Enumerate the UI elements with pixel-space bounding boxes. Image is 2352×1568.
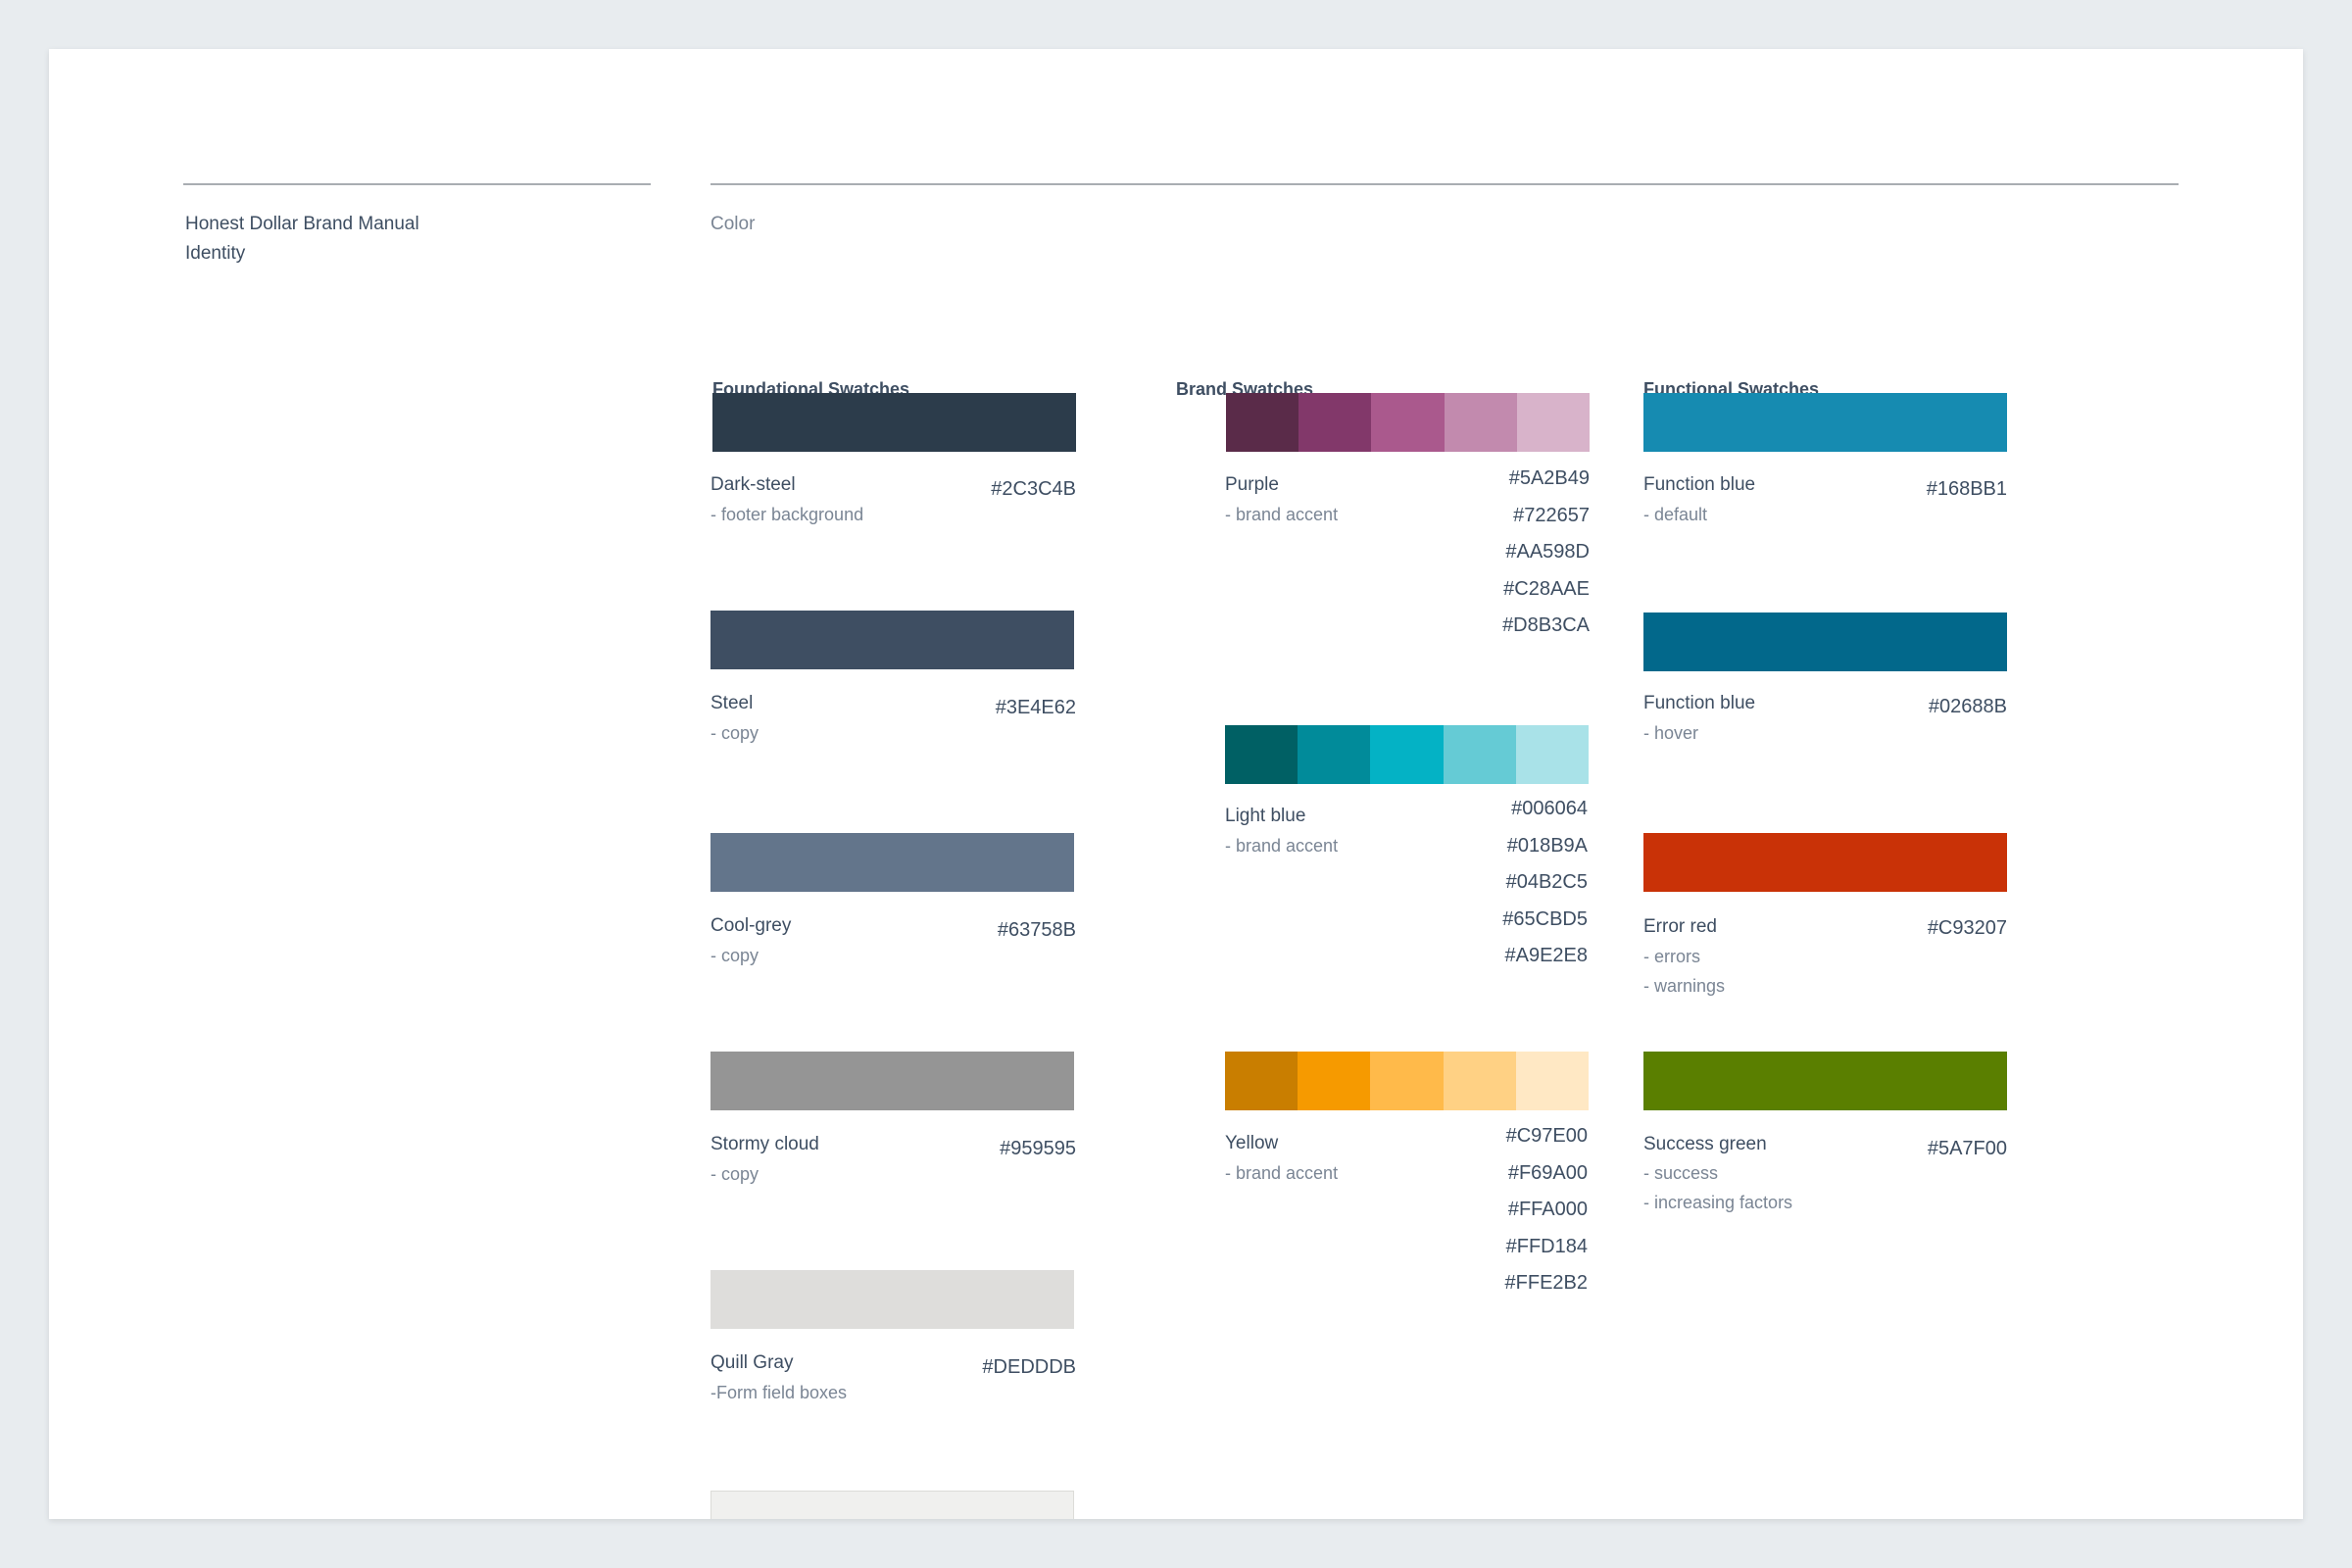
strip-segment-3 <box>1370 1052 1444 1110</box>
swatch-desc: - default <box>1643 500 1707 529</box>
list-item: #04B2C5 <box>1505 871 1588 893</box>
strip-segment-2 <box>1298 1052 1371 1110</box>
swatch-hex: #02688B <box>1928 696 2007 717</box>
swatch-quill-gray <box>710 1270 1074 1329</box>
swatch-stormy-cloud <box>710 1052 1074 1110</box>
list-item: #F69A00 <box>1507 1161 1588 1184</box>
brand-manual-page: Honest Dollar Brand Manual Identity Colo… <box>49 49 2303 1519</box>
swatch-steel <box>710 611 1074 669</box>
swatch-hex: #63758B <box>997 919 1076 941</box>
list-item: - success <box>1643 1163 1719 1183</box>
swatch-desc: - copy <box>710 1164 760 1184</box>
left-divider <box>183 183 651 185</box>
list-item: - hover <box>1643 723 1699 743</box>
list-item: #D8B3CA <box>1502 614 1590 636</box>
strip-segment-1 <box>1225 725 1298 784</box>
swatch-desc: - brand accent <box>1225 1163 1339 1183</box>
swatch-desc: - brand accent <box>1225 505 1339 524</box>
swatch-function-blue-default <box>1643 393 2007 452</box>
swatch-name: Stormy cloud <box>710 1134 819 1154</box>
swatch-name: Steel <box>710 693 754 713</box>
swatch-name: Success green <box>1643 1134 1767 1154</box>
swatch-name: Function blue <box>1643 693 1756 713</box>
swatch-name: Error red <box>1643 916 1717 937</box>
strip-segment-1 <box>1226 393 1299 452</box>
strip-segment-3 <box>1371 393 1445 452</box>
list-item: #722657 <box>1513 504 1590 526</box>
swatch-name: Yellow <box>1225 1133 1279 1153</box>
list-item: #65CBD5 <box>1502 907 1588 930</box>
swatch-hex: #C93207 <box>1927 917 2007 939</box>
swatch-name: Quill Gray <box>710 1352 794 1373</box>
swatch-desc: -Form field boxes <box>710 1383 848 1402</box>
list-item: #FFD184 <box>1505 1235 1588 1257</box>
strip-segment-2 <box>1298 725 1371 784</box>
swatch-desc: - hover <box>1643 718 1698 748</box>
manual-title: Honest Dollar Brand Manual <box>185 214 419 234</box>
swatch-hex: #DEDDDB <box>982 1356 1076 1378</box>
strip-segment-1 <box>1225 1052 1298 1110</box>
strip-segment-5 <box>1515 1052 1590 1110</box>
swatch-name: Cool-grey <box>710 915 792 936</box>
light-blue-strip <box>1225 725 1590 784</box>
list-item: - warnings <box>1643 976 1726 996</box>
strip-segment-4 <box>1443 725 1516 784</box>
list-item: #C97E00 <box>1505 1125 1588 1147</box>
topic-label: Color <box>710 214 756 234</box>
swatch-hex: #959595 <box>1000 1138 1076 1159</box>
swatch-desc: - errors - warnings <box>1643 942 1725 1001</box>
list-item: #FFA000 <box>1507 1199 1588 1220</box>
swatch-success-green <box>1643 1052 2007 1110</box>
list-item: #FFE2B2 <box>1504 1272 1588 1294</box>
swatch-error-red <box>1643 833 2007 892</box>
swatch-partial <box>710 1491 1074 1519</box>
list-item: #AA598D <box>1505 541 1590 563</box>
swatch-desc: - copy <box>710 723 760 743</box>
right-divider <box>710 183 2179 185</box>
manual-info: Honest Dollar Brand Manual Identity <box>185 210 419 269</box>
swatch-dark-steel <box>712 393 1076 452</box>
list-item: #006064 <box>1511 798 1588 819</box>
list-item: #A9E2E8 <box>1504 945 1588 966</box>
strip-segment-4 <box>1443 1052 1516 1110</box>
swatch-cool-grey <box>710 833 1074 892</box>
section-label: Identity <box>185 243 246 264</box>
strip-segment-4 <box>1444 393 1517 452</box>
strip-segment-5 <box>1515 725 1590 784</box>
list-item: #018B9A <box>1506 834 1588 857</box>
list-item: - errors <box>1643 947 1700 966</box>
swatch-hex: #2C3C4B <box>991 478 1076 500</box>
swatch-desc: - brand accent <box>1225 836 1339 856</box>
swatch-desc: - success - increasing factors <box>1643 1158 1792 1217</box>
list-item: #5A2B49 <box>1508 467 1590 489</box>
purple-strip <box>1226 393 1591 452</box>
strip-segment-2 <box>1298 393 1372 452</box>
swatch-desc: - footer background <box>710 505 864 524</box>
list-item: - increasing factors <box>1643 1193 1793 1212</box>
swatch-desc: - copy <box>710 946 760 965</box>
list-item: #C28AAE <box>1503 577 1590 600</box>
swatch-hex: #5A7F00 <box>1927 1138 2007 1159</box>
swatch-name: Function blue <box>1643 474 1756 495</box>
strip-segment-3 <box>1370 725 1444 784</box>
swatch-name: Light blue <box>1225 806 1306 826</box>
swatch-function-blue-hover <box>1643 612 2007 671</box>
swatch-name: Dark-steel <box>710 474 796 495</box>
swatch-hex: #3E4E62 <box>995 697 1076 718</box>
light-blue-hex-list: #006064 #018B9A #04B2C5 #65CBD5 #A9E2E8 <box>1392 791 1588 975</box>
yellow-strip <box>1225 1052 1590 1110</box>
strip-segment-5 <box>1516 393 1591 452</box>
swatch-name: Purple <box>1225 474 1279 495</box>
list-item: - default <box>1643 505 1708 524</box>
purple-hex-list: #5A2B49 #722657 #AA598D #C28AAE #D8B3CA <box>1394 461 1590 645</box>
yellow-hex-list: #C97E00 #F69A00 #FFA000 #FFD184 #FFE2B2 <box>1392 1118 1588 1302</box>
swatch-hex: #168BB1 <box>1926 478 2007 500</box>
